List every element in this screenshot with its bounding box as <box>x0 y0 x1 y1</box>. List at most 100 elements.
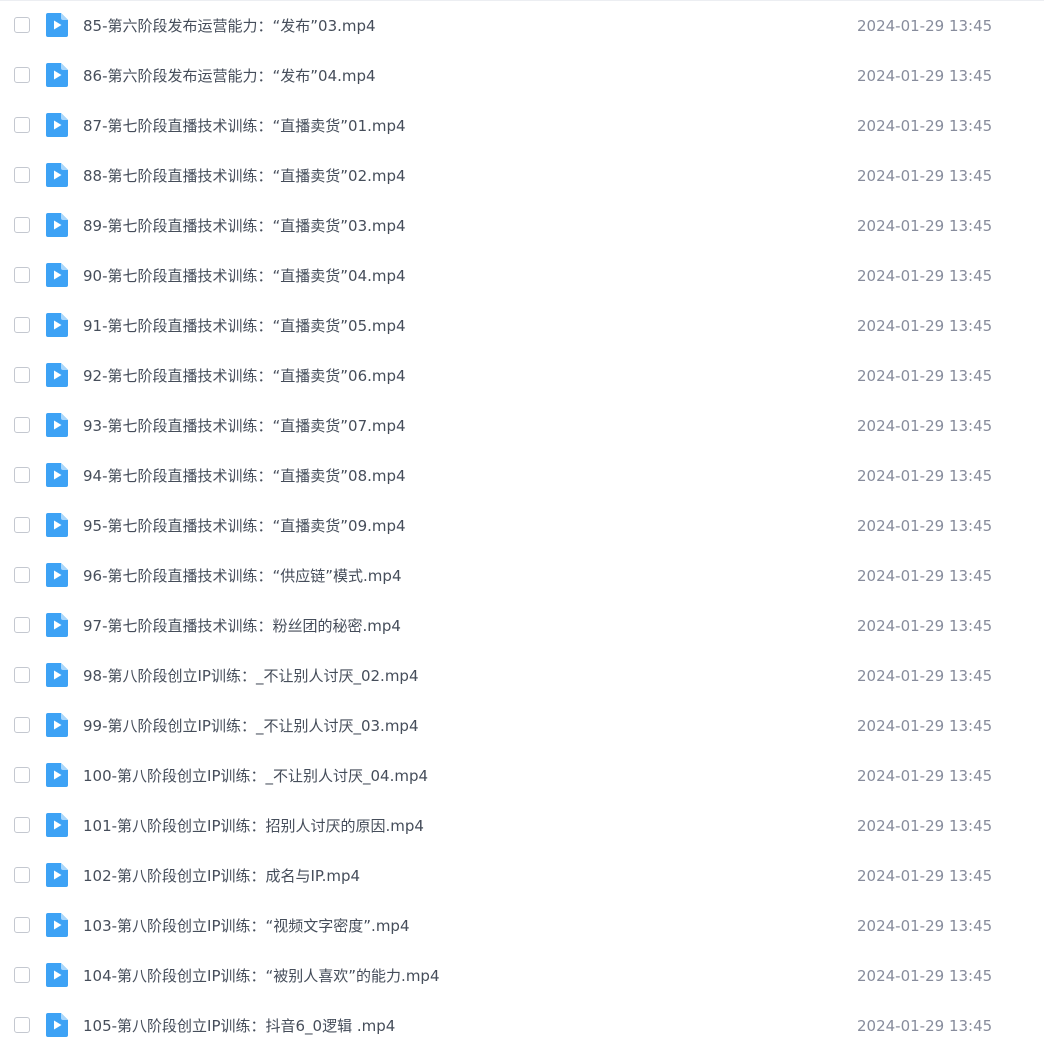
row-checkbox[interactable] <box>14 667 30 683</box>
file-row[interactable]: 99-第八阶段创立IP训练：_不让别人讨厌_03.mp4 2024-01-29 … <box>0 701 1044 751</box>
file-modified-time: 2024-01-29 13:45 <box>857 617 993 635</box>
video-file-icon <box>46 813 68 837</box>
video-file-icon <box>46 913 68 937</box>
file-modified-time: 2024-01-29 13:45 <box>857 67 993 85</box>
video-file-icon <box>46 863 68 887</box>
file-name[interactable]: 98-第八阶段创立IP训练：_不让别人讨厌_02.mp4 <box>83 651 419 701</box>
file-name[interactable]: 86-第六阶段发布运营能力：“发布”04.mp4 <box>83 51 376 101</box>
file-name[interactable]: 85-第六阶段发布运营能力：“发布”03.mp4 <box>83 1 376 51</box>
video-file-icon <box>46 363 68 387</box>
file-name[interactable]: 96-第七阶段直播技术训练：“供应链”模式.mp4 <box>83 551 402 601</box>
file-row[interactable]: 96-第七阶段直播技术训练：“供应链”模式.mp4 2024-01-29 13:… <box>0 551 1044 601</box>
file-modified-time: 2024-01-29 13:45 <box>857 417 993 435</box>
file-name[interactable]: 102-第八阶段创立IP训练：成名与IP.mp4 <box>83 851 360 901</box>
file-name[interactable]: 103-第八阶段创立IP训练：“视频文字密度”.mp4 <box>83 901 410 951</box>
row-checkbox[interactable] <box>14 817 30 833</box>
row-checkbox[interactable] <box>14 717 30 733</box>
row-checkbox[interactable] <box>14 217 30 233</box>
file-name[interactable]: 100-第八阶段创立IP训练：_不让别人讨厌_04.mp4 <box>83 751 428 801</box>
file-name[interactable]: 97-第七阶段直播技术训练：粉丝团的秘密.mp4 <box>83 601 401 651</box>
file-modified-time: 2024-01-29 13:45 <box>857 967 993 985</box>
file-name[interactable]: 99-第八阶段创立IP训练：_不让别人讨厌_03.mp4 <box>83 701 419 751</box>
row-checkbox[interactable] <box>14 917 30 933</box>
video-file-icon <box>46 563 68 587</box>
file-row[interactable]: 97-第七阶段直播技术训练：粉丝团的秘密.mp4 2024-01-29 13:4… <box>0 601 1044 651</box>
video-file-icon <box>46 613 68 637</box>
row-checkbox[interactable] <box>14 417 30 433</box>
file-name[interactable]: 91-第七阶段直播技术训练：“直播卖货”05.mp4 <box>83 301 406 351</box>
file-row[interactable]: 94-第七阶段直播技术训练：“直播卖货”08.mp4 2024-01-29 13… <box>0 451 1044 501</box>
file-modified-time: 2024-01-29 13:45 <box>857 517 993 535</box>
file-row[interactable]: 93-第七阶段直播技术训练：“直播卖货”07.mp4 2024-01-29 13… <box>0 401 1044 451</box>
video-file-icon <box>46 963 68 987</box>
file-row[interactable]: 98-第八阶段创立IP训练：_不让别人讨厌_02.mp4 2024-01-29 … <box>0 651 1044 701</box>
file-name[interactable]: 95-第七阶段直播技术训练：“直播卖货”09.mp4 <box>83 501 406 551</box>
file-name[interactable]: 89-第七阶段直播技术训练：“直播卖货”03.mp4 <box>83 201 406 251</box>
file-modified-time: 2024-01-29 13:45 <box>857 1017 993 1035</box>
file-modified-time: 2024-01-29 13:45 <box>857 317 993 335</box>
file-row[interactable]: 102-第八阶段创立IP训练：成名与IP.mp4 2024-01-29 13:4… <box>0 851 1044 901</box>
row-checkbox[interactable] <box>14 367 30 383</box>
file-row[interactable]: 89-第七阶段直播技术训练：“直播卖货”03.mp4 2024-01-29 13… <box>0 201 1044 251</box>
video-file-icon <box>46 313 68 337</box>
file-modified-time: 2024-01-29 13:45 <box>857 867 993 885</box>
file-row[interactable]: 85-第六阶段发布运营能力：“发布”03.mp4 2024-01-29 13:4… <box>0 1 1044 51</box>
file-modified-time: 2024-01-29 13:45 <box>857 567 993 585</box>
row-checkbox[interactable] <box>14 517 30 533</box>
video-file-icon <box>46 263 68 287</box>
video-file-icon <box>46 163 68 187</box>
file-row[interactable]: 90-第七阶段直播技术训练：“直播卖货”04.mp4 2024-01-29 13… <box>0 251 1044 301</box>
file-name[interactable]: 90-第七阶段直播技术训练：“直播卖货”04.mp4 <box>83 251 406 301</box>
video-file-icon <box>46 713 68 737</box>
file-name[interactable]: 101-第八阶段创立IP训练：招别人讨厌的原因.mp4 <box>83 801 424 851</box>
video-file-icon <box>46 663 68 687</box>
file-row[interactable]: 105-第八阶段创立IP训练：抖音6_0逻辑 .mp4 2024-01-29 1… <box>0 1001 1044 1051</box>
row-checkbox[interactable] <box>14 967 30 983</box>
video-file-icon <box>46 463 68 487</box>
file-name[interactable]: 92-第七阶段直播技术训练：“直播卖货”06.mp4 <box>83 351 406 401</box>
video-file-icon <box>46 113 68 137</box>
file-modified-time: 2024-01-29 13:45 <box>857 17 993 35</box>
file-name[interactable]: 87-第七阶段直播技术训练：“直播卖货”01.mp4 <box>83 101 406 151</box>
file-row[interactable]: 100-第八阶段创立IP训练：_不让别人讨厌_04.mp4 2024-01-29… <box>0 751 1044 801</box>
file-row[interactable]: 86-第六阶段发布运营能力：“发布”04.mp4 2024-01-29 13:4… <box>0 51 1044 101</box>
file-row[interactable]: 88-第七阶段直播技术训练：“直播卖货”02.mp4 2024-01-29 13… <box>0 151 1044 201</box>
video-file-icon <box>46 213 68 237</box>
video-file-icon <box>46 63 68 87</box>
file-row[interactable]: 92-第七阶段直播技术训练：“直播卖货”06.mp4 2024-01-29 13… <box>0 351 1044 401</box>
video-file-icon <box>46 13 68 37</box>
file-modified-time: 2024-01-29 13:45 <box>857 217 993 235</box>
row-checkbox[interactable] <box>14 67 30 83</box>
row-checkbox[interactable] <box>14 167 30 183</box>
row-checkbox[interactable] <box>14 567 30 583</box>
file-name[interactable]: 94-第七阶段直播技术训练：“直播卖货”08.mp4 <box>83 451 406 501</box>
video-file-icon <box>46 413 68 437</box>
file-modified-time: 2024-01-29 13:45 <box>857 767 993 785</box>
row-checkbox[interactable] <box>14 267 30 283</box>
file-name[interactable]: 93-第七阶段直播技术训练：“直播卖货”07.mp4 <box>83 401 406 451</box>
row-checkbox[interactable] <box>14 767 30 783</box>
row-checkbox[interactable] <box>14 617 30 633</box>
video-file-icon <box>46 513 68 537</box>
file-modified-time: 2024-01-29 13:45 <box>857 467 993 485</box>
file-row[interactable]: 103-第八阶段创立IP训练：“视频文字密度”.mp4 2024-01-29 1… <box>0 901 1044 951</box>
file-row[interactable]: 87-第七阶段直播技术训练：“直播卖货”01.mp4 2024-01-29 13… <box>0 101 1044 151</box>
row-checkbox[interactable] <box>14 317 30 333</box>
row-checkbox[interactable] <box>14 867 30 883</box>
file-modified-time: 2024-01-29 13:45 <box>857 817 993 835</box>
file-modified-time: 2024-01-29 13:45 <box>857 267 993 285</box>
file-name[interactable]: 88-第七阶段直播技术训练：“直播卖货”02.mp4 <box>83 151 406 201</box>
file-row[interactable]: 91-第七阶段直播技术训练：“直播卖货”05.mp4 2024-01-29 13… <box>0 301 1044 351</box>
row-checkbox[interactable] <box>14 117 30 133</box>
file-row[interactable]: 95-第七阶段直播技术训练：“直播卖货”09.mp4 2024-01-29 13… <box>0 501 1044 551</box>
video-file-icon <box>46 763 68 787</box>
row-checkbox[interactable] <box>14 1017 30 1033</box>
file-modified-time: 2024-01-29 13:45 <box>857 167 993 185</box>
file-row[interactable]: 101-第八阶段创立IP训练：招别人讨厌的原因.mp4 2024-01-29 1… <box>0 801 1044 851</box>
file-name[interactable]: 105-第八阶段创立IP训练：抖音6_0逻辑 .mp4 <box>83 1001 395 1051</box>
file-row[interactable]: 104-第八阶段创立IP训练：“被别人喜欢”的能力.mp4 2024-01-29… <box>0 951 1044 1001</box>
file-modified-time: 2024-01-29 13:45 <box>857 117 993 135</box>
row-checkbox[interactable] <box>14 17 30 33</box>
file-name[interactable]: 104-第八阶段创立IP训练：“被别人喜欢”的能力.mp4 <box>83 951 440 1001</box>
row-checkbox[interactable] <box>14 467 30 483</box>
